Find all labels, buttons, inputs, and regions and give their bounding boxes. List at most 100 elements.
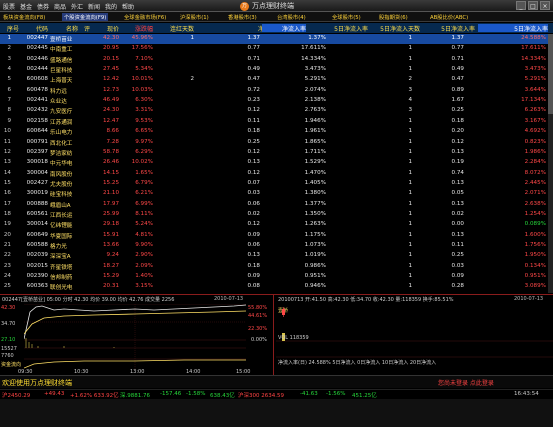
cell-idx: 10: [3, 128, 11, 135]
column-header[interactable]: 连红天数: [160, 24, 194, 33]
cell-days: 1: [408, 45, 412, 52]
cell-code: 600608: [26, 76, 48, 83]
minimize-icon[interactable]: _: [516, 1, 526, 10]
table-row[interactable]: 23 002015 齐星铁塔 18.27 2.09% 0.18 0.986% 1 0.03 0.1…: [0, 262, 553, 272]
column-header[interactable]: 序号: [1, 24, 19, 33]
cell-r1: [160, 201, 194, 209]
market-tab[interactable]: AB股比价(ABC): [428, 13, 470, 21]
market-tab[interactable]: 台湾股市(4): [275, 13, 308, 21]
cell-r1: [160, 139, 194, 147]
cell-pct: 6.79%: [135, 179, 153, 186]
cell-days: 1: [408, 252, 412, 259]
cell-code: 300014: [26, 221, 48, 228]
cell-inflow: 0.25: [247, 138, 260, 145]
table-row[interactable]: 6 600478 科力远 12.73 10.03% 0.72 2.074% 3 0.89 3.64…: [0, 86, 553, 96]
table-row[interactable]: 25 600363 联创光电 20.31 3.15% 0.08 0.946% 1 0.28 3.0…: [0, 282, 553, 292]
table-row[interactable]: 19 300014 亿纬锂能 29.18 5.24% 0.12 1.263% 1 0.00 0.0…: [0, 220, 553, 230]
market-tab[interactable]: 板块资金流向(F8): [1, 13, 47, 21]
cell-r5: 2.074%: [304, 86, 326, 93]
column-header[interactable]: 涨跌幅: [121, 24, 153, 33]
table-row[interactable]: 1 002447 壹桥苗业 42.30 45.96% 1 1.37 1.37% 1 1.37 24.…: [0, 34, 553, 44]
column-header[interactable]: 名称: [50, 24, 78, 33]
cell-name: 九安医疗: [50, 109, 73, 116]
cell-price: 27.45: [102, 66, 119, 73]
market-tab[interactable]: 个股资金流向(F9): [62, 13, 109, 21]
table-row[interactable]: 8 002432 九安医疗 24.30 3.31% 0.12 2.763% 3 0.25 6.26…: [0, 106, 553, 116]
footer-area: [0, 399, 553, 427]
market-tab[interactable]: 香港股市(3): [226, 13, 259, 21]
cell-idx: 11: [3, 138, 11, 145]
cell-code: 002447: [26, 35, 48, 41]
column-header[interactable]: 5日净流入率: [478, 24, 548, 33]
table-row[interactable]: 24 002390 信邦制药 15.29 1.40% 0.09 0.951% 1 0.09 0.9…: [0, 272, 553, 282]
cell-price: 15.29: [102, 273, 119, 280]
column-header[interactable]: 5日净流入率: [423, 24, 475, 33]
cell-inflow: 0.07: [247, 179, 260, 186]
cell-idx: 19: [3, 221, 11, 228]
column-header[interactable]: 评: [80, 24, 90, 33]
column-header[interactable]: 5日净流入率: [316, 24, 368, 33]
market-tab[interactable]: 全球股市(5): [330, 13, 363, 21]
market-tab[interactable]: 股指期货(6): [377, 13, 410, 21]
column-header[interactable]: 代码: [20, 24, 48, 33]
table-row[interactable]: 9 002158 江苏通润 12.47 9.53% 0.11 1.946% 1 0.18 3.16…: [0, 117, 553, 127]
cell-name: 盛路通信: [50, 57, 73, 64]
table-row[interactable]: 5 600608 上海普天 12.42 10.01% 2 0.47 5.291% 2 0.47 5.…: [0, 75, 553, 85]
table-row[interactable]: 10 600644 乐山电力 8.66 6.65% 0.18 1.961% 1 0.20 4.69…: [0, 127, 553, 137]
market-tab[interactable]: 全球金融市场(F6): [122, 13, 168, 21]
login-link[interactable]: 您尚未登录 点此登录: [438, 378, 494, 387]
table-row[interactable]: 18 600561 江西长运 25.99 8.11% 0.02 1.350% 1 0.02 1.2…: [0, 210, 553, 220]
cell-idx: 23: [3, 262, 11, 269]
cell-price: 20.31: [102, 283, 119, 290]
table-row[interactable]: 17 000888 峨眉山A 17.97 6.99% 0.06 1.377% 1 0.13 2.6…: [0, 200, 553, 210]
y-right-1: 44.61%: [248, 313, 268, 319]
cell-r1: [160, 273, 194, 281]
cell-last: 0.089%: [524, 221, 546, 228]
table-row[interactable]: 14 300004 南风股份 14.15 1.65% 0.12 1.470% 1 0.74 8.0…: [0, 169, 553, 179]
column-header[interactable]: 现价: [93, 24, 119, 33]
market-tab[interactable]: 沪深股市(1): [178, 13, 211, 21]
table-row[interactable]: 22 002039 深深宝A 9.24 2.90% 0.13 1.019% 1 0.25 1.95…: [0, 251, 553, 261]
table-row[interactable]: 15 002427 尤夫股份 15.25 6.79% 0.07 1.405% 1 0.13 2.4…: [0, 179, 553, 189]
cell-r6: 0.13: [451, 200, 464, 207]
table-row[interactable]: 12 002397 梦洁家纺 58.78 6.29% 0.12 1.711% 1 0.13 1.9…: [0, 148, 553, 158]
cell-last: 24.588%: [521, 35, 546, 41]
cell-r5: 1.175%: [304, 231, 326, 238]
cell-inflow: 0.12: [247, 169, 260, 176]
table-row[interactable]: 20 600649 华夏国际 15.91 4.81% 0.09 1.175% 1 0.13 1.6…: [0, 231, 553, 241]
cell-r5: 1.865%: [304, 138, 326, 145]
maximize-icon[interactable]: □: [528, 1, 538, 10]
close-icon[interactable]: ×: [540, 1, 550, 10]
cell-r6: 0.20: [451, 128, 464, 135]
table-row[interactable]: 7 002441 众业达 46.49 6.30% 0.23 2.138% 4 1.67 17.13…: [0, 96, 553, 106]
cell-pct: 9.90%: [135, 242, 153, 248]
table-row[interactable]: 3 002446 盛路通信 20.15 7.10% 0.71 14.334% 1 0.71 14.…: [0, 55, 553, 65]
table-row[interactable]: 21 600588 格力光 13.66 9.90% 0.06 1.073% 1 0.11 1.75…: [0, 241, 553, 251]
cell-price: 9.24: [106, 252, 119, 259]
grid-scroll-thumb[interactable]: [548, 34, 553, 114]
cell-r5: 0.946%: [304, 283, 326, 290]
table-row[interactable]: 16 300019 硅宝科技 21.10 6.21% 0.03 1.380% 1 0.05 2.0…: [0, 189, 553, 199]
cell-inflow: 0.47: [247, 76, 260, 83]
cell-price: 14.15: [102, 169, 119, 176]
cell-inflow: 0.13: [247, 252, 260, 259]
cell-pct: 3.31%: [135, 107, 153, 114]
table-row[interactable]: 11 000791 西北化工 7.28 9.97% 0.25 1.865% 1 0.12 0.82…: [0, 138, 553, 148]
table-row[interactable]: 4 002444 巨星科技 27.45 5.34% 0.49 3.473% 1 0.49 3.47…: [0, 65, 553, 75]
cell-pct: 6.29%: [135, 148, 153, 155]
cell-code: 600644: [26, 128, 48, 135]
column-header[interactable]: 净流入率: [262, 24, 306, 33]
table-row[interactable]: 13 300018 中元华电 26.46 10.02% 0.13 1.529% 1 0.19 2.…: [0, 158, 553, 168]
cell-name: 众业达: [50, 99, 67, 106]
cell-inflow: 0.12: [247, 221, 260, 228]
cell-r6: 0.49: [451, 66, 464, 73]
cell-code: 000791: [26, 138, 48, 145]
table-row[interactable]: 2 002445 中南重工 20.95 17.56% 0.77 17.611% 1 0.77 17…: [0, 44, 553, 54]
cell-inflow: 0.11: [247, 117, 260, 124]
cell-idx: 3: [7, 55, 11, 62]
market-tabs: 板块资金流向(F8) 个股资金流向(F9) 全球金融市场(F6) 沪深股市(1) 香港股…: [0, 12, 553, 22]
cell-code: 600649: [26, 231, 48, 238]
cell-price: 15.25: [102, 179, 119, 186]
column-header[interactable]: 5日净流入天数: [370, 24, 420, 33]
stock-grid: 序号代码名称评现价涨跌幅连红天数净流入率净流入率5日净流入率5日净流入天数5日净…: [0, 23, 553, 293]
